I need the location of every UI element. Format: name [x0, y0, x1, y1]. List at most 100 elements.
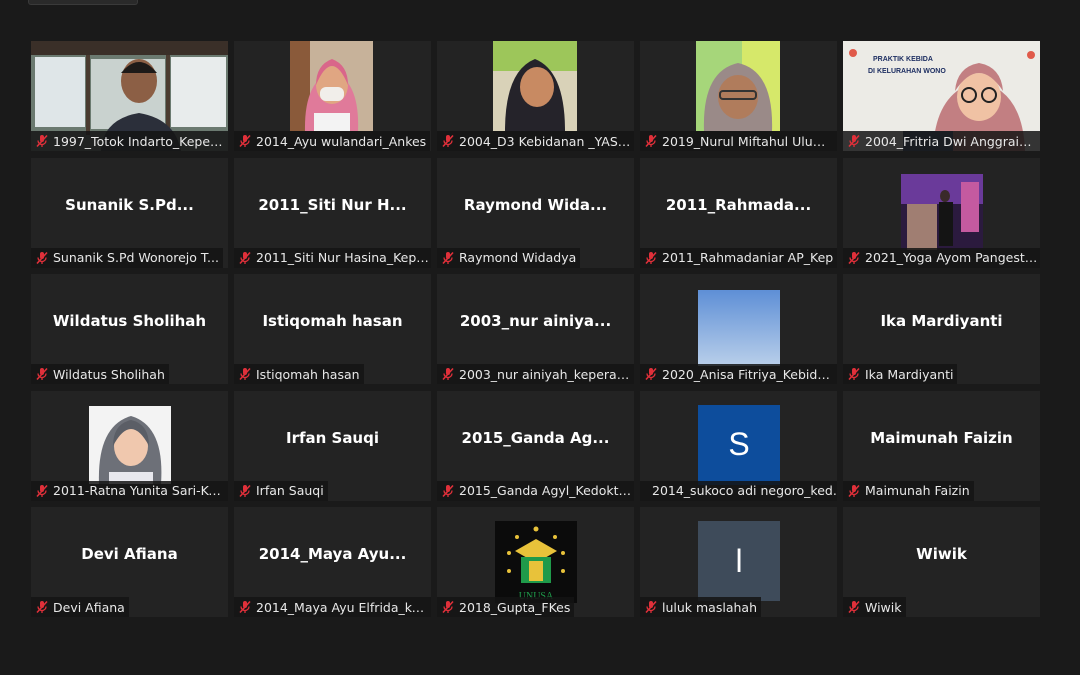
- participant-name-bar: Sunanik S.Pd Wonorejo T...: [31, 247, 223, 268]
- mic-muted-icon: [238, 251, 252, 265]
- participant-tile[interactable]: Istiqomah hasan Istiqomah hasan: [234, 274, 431, 384]
- participant-tile[interactable]: 2020_Anisa Fitriya_Kebidan...: [640, 274, 837, 384]
- top-toolbar-tab[interactable]: [28, 0, 138, 5]
- participant-tile[interactable]: 2011-Ratna Yunita Sari-Ke...: [31, 390, 228, 501]
- participant-video: [290, 41, 373, 131]
- participant-name-label: Sunanik S.Pd Wonorejo T...: [53, 250, 219, 265]
- participant-display-name: Raymond Wida...: [463, 195, 608, 214]
- mic-muted-icon: [35, 134, 49, 148]
- mic-muted-icon: [238, 134, 252, 148]
- participant-photo: [698, 290, 780, 366]
- participant-name-bar: Devi Afiana: [31, 597, 129, 617]
- mic-muted-icon: [847, 600, 861, 614]
- participant-name-bar: 2021_Yoga Ayom Pangestu...: [843, 247, 1040, 268]
- participant-display-name: Sunanik S.Pd...: [65, 195, 194, 214]
- participant-name-label: 2011_Rahmadaniar AP_Kep: [662, 250, 834, 265]
- participant-name-label: 2011-Ratna Yunita Sari-Ke...: [53, 483, 227, 498]
- participant-tile[interactable]: Sunanik S.Pd... Sunanik S.Pd Wonorejo T..…: [31, 157, 228, 268]
- participant-name-label: Wildatus Sholihah: [53, 366, 165, 382]
- participant-display-name: Wildatus Sholihah: [52, 312, 207, 330]
- participant-tile[interactable]: 2011_Siti Nur H... 2011_Siti Nur Hasina_K…: [234, 157, 431, 268]
- participant-display-name: 2015_Ganda Ag...: [461, 428, 610, 447]
- participant-name-label: Irfan Sauqi: [256, 483, 324, 498]
- participant-name-bar: 2011-Ratna Yunita Sari-Ke...: [31, 480, 228, 501]
- participant-name-bar: Maimunah Faizin: [843, 480, 974, 501]
- participant-name-bar: 2003_nur ainiyah_keperawa...: [437, 364, 634, 384]
- participant-name-bar: 2004_Fritria Dwi Anggraini_...: [843, 131, 1040, 151]
- participant-tile[interactable]: S 2014_sukoco adi negoro_ked...: [640, 390, 837, 501]
- mic-muted-icon: [847, 251, 861, 265]
- participant-name-label: luluk maslahah: [662, 599, 757, 615]
- mic-muted-icon: [35, 251, 49, 265]
- participant-display-name: 2014_Maya Ayu...: [258, 545, 407, 563]
- participant-tile[interactable]: Wildatus Sholihah Wildatus Sholihah: [31, 274, 228, 384]
- participant-name-label: 1997_Totok Indarto_Kepera...: [53, 133, 227, 149]
- mic-muted-icon: [35, 600, 49, 614]
- participant-name-bar: 2020_Anisa Fitriya_Kebidan...: [640, 364, 837, 384]
- participant-tile[interactable]: 2014_Ayu wulandari_Ankes: [234, 41, 431, 151]
- participant-name-bar: Ika Mardiyanti: [843, 364, 958, 384]
- participant-name-label: Devi Afiana: [53, 599, 125, 615]
- participant-name-label: 2004_Fritria Dwi Anggraini_...: [865, 133, 1039, 149]
- mic-muted-icon: [441, 484, 455, 498]
- participant-name-bar: Irfan Sauqi: [234, 480, 328, 501]
- participant-name-bar: 2011_Siti Nur Hasina_Kepe...: [234, 247, 431, 268]
- mic-muted-icon: [238, 600, 252, 614]
- participant-tile[interactable]: Devi Afiana Devi Afiana: [31, 507, 228, 617]
- participant-tile[interactable]: 2003_nur ainiya... 2003_nur ainiyah_keper…: [437, 274, 634, 384]
- participant-name-label: 2021_Yoga Ayom Pangestu...: [865, 250, 1039, 265]
- participant-name-bar: 2014_Maya Ayu Elfrida_ked...: [234, 597, 431, 617]
- mic-muted-icon: [847, 367, 861, 381]
- mic-muted-icon: [644, 134, 658, 148]
- participant-tile[interactable]: Raymond Wida... Raymond Widadya: [437, 157, 634, 268]
- participant-video: [696, 41, 780, 131]
- participant-name-label: 2011_Siti Nur Hasina_Kepe...: [256, 250, 430, 265]
- mic-muted-icon: [35, 484, 49, 498]
- participant-display-name: Maimunah Faizin: [870, 428, 1013, 447]
- participant-name-bar: Istiqomah hasan: [234, 364, 364, 384]
- participant-display-name: Ika Mardiyanti: [880, 312, 1003, 330]
- participant-tile[interactable]: 2015_Ganda Ag... 2015_Ganda Agyl_Kedokter…: [437, 390, 634, 501]
- participant-name-label: 2019_Nurul Miftahul Ulumi...: [662, 133, 836, 149]
- participant-tile[interactable]: l luluk maslahah: [640, 507, 837, 617]
- participant-tile[interactable]: Wiwik Wiwik: [843, 507, 1040, 617]
- participant-tile[interactable]: Maimunah Faizin Maimunah Faizin: [843, 390, 1040, 501]
- participant-name-label: Ika Mardiyanti: [865, 366, 954, 382]
- participant-tile[interactable]: 1997_Totok Indarto_Kepera...: [31, 41, 228, 151]
- participant-display-name: Istiqomah hasan: [262, 312, 403, 330]
- participant-avatar-initial: S: [698, 404, 780, 485]
- participant-display-name: 2003_nur ainiya...: [459, 312, 612, 330]
- mic-muted-icon: [238, 484, 252, 498]
- participant-tile[interactable]: 2004_D3 Kebidanan _YASI ...: [437, 41, 634, 151]
- participant-name-label: 2014_Ayu wulandari_Ankes: [256, 133, 427, 149]
- participant-tile[interactable]: 2014_Maya Ayu... 2014_Maya Ayu Elfrida_ke…: [234, 507, 431, 617]
- university-logo-icon: UNUSA: [495, 521, 577, 603]
- svg-text:PRAKTIK KEBIDA: PRAKTIK KEBIDA: [873, 56, 933, 63]
- participant-tile[interactable]: Ika Mardiyanti Ika Mardiyanti: [843, 274, 1040, 384]
- mic-muted-icon: [238, 367, 252, 381]
- participant-name-label: 2020_Anisa Fitriya_Kebidan...: [662, 366, 836, 382]
- participant-name-label: 2004_D3 Kebidanan _YASI ...: [459, 133, 633, 149]
- avatar-letter: l: [735, 542, 743, 579]
- participant-tile[interactable]: Irfan Sauqi Irfan Sauqi: [234, 390, 431, 501]
- mic-muted-icon: [441, 600, 455, 614]
- avatar-letter: S: [728, 426, 750, 462]
- participant-name-label: 2003_nur ainiyah_keperawa...: [459, 366, 633, 382]
- participant-name-label: Maimunah Faizin: [865, 483, 970, 498]
- participant-avatar-initial: l: [698, 521, 780, 601]
- participant-tile[interactable]: 2019_Nurul Miftahul Ulumi...: [640, 41, 837, 151]
- participant-name-bar: Wildatus Sholihah: [31, 364, 169, 384]
- participant-tile[interactable]: 2021_Yoga Ayom Pangestu...: [843, 157, 1040, 268]
- participant-tile[interactable]: PRAKTIK KEBIDA DI KELURAHAN WONO 2004_Frit…: [843, 41, 1040, 151]
- participant-name-label: 2018_Gupta_FKes: [459, 599, 571, 615]
- participant-display-name: Devi Afiana: [81, 545, 178, 563]
- mic-muted-icon: [441, 367, 455, 381]
- participant-display-name: Wiwik: [916, 545, 967, 563]
- participant-photo: [901, 173, 983, 250]
- participant-tile[interactable]: UNUSA2018_Gupta_FKes: [437, 507, 634, 617]
- participant-tile[interactable]: 2011_Rahmada... 2011_Rahmadaniar AP_Kep: [640, 157, 837, 268]
- participant-name-bar: 2019_Nurul Miftahul Ulumi...: [640, 131, 837, 151]
- participant-name-label: Wiwik: [865, 599, 902, 615]
- mic-muted-icon: [35, 367, 49, 381]
- participant-name-label: Raymond Widadya: [459, 250, 577, 265]
